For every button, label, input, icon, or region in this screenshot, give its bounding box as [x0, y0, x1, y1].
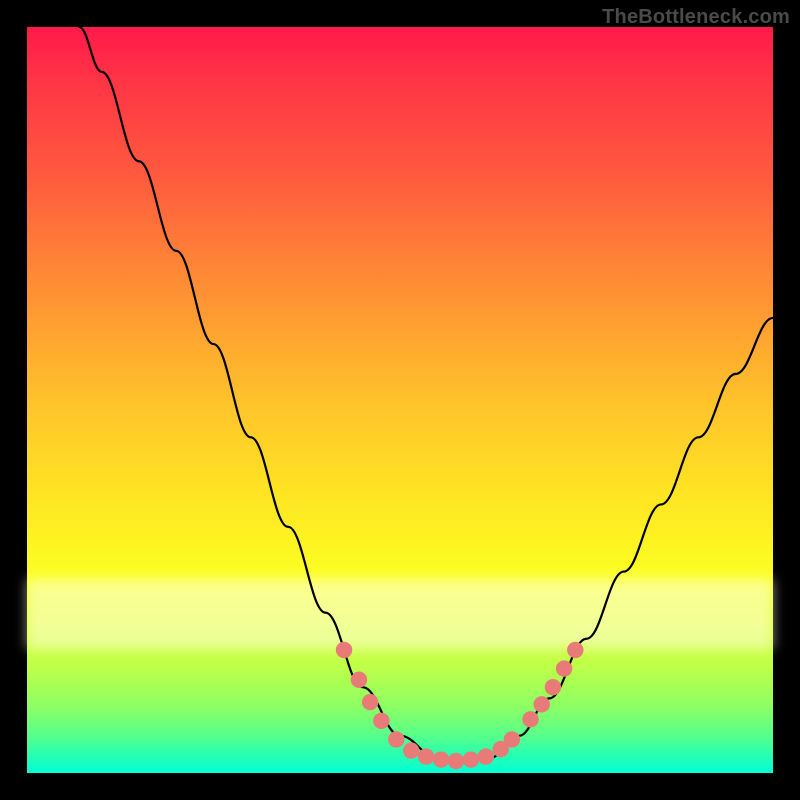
- highlight-point: [388, 731, 404, 747]
- highlight-point: [463, 751, 479, 767]
- chart-plot-area: [27, 27, 773, 773]
- highlight-point: [373, 713, 389, 729]
- highlight-point: [403, 742, 419, 758]
- bottleneck-curve: [79, 27, 773, 762]
- highlight-point: [522, 711, 538, 727]
- highlight-point: [448, 753, 464, 769]
- highlight-point: [433, 751, 449, 767]
- highlight-point: [504, 731, 520, 747]
- watermark-text: TheBottleneck.com: [602, 6, 790, 29]
- highlight-point: [418, 748, 434, 764]
- highlight-point: [362, 694, 378, 710]
- chart-svg: [27, 27, 773, 773]
- glow-band: [27, 579, 773, 649]
- highlight-point: [534, 696, 550, 712]
- highlight-point: [336, 642, 352, 658]
- highlight-point: [556, 660, 572, 676]
- highlight-point: [545, 679, 561, 695]
- highlight-point: [478, 748, 494, 764]
- highlight-points-group: [336, 642, 584, 770]
- highlight-point: [493, 741, 509, 757]
- highlight-point: [567, 642, 583, 658]
- highlight-point: [351, 672, 367, 688]
